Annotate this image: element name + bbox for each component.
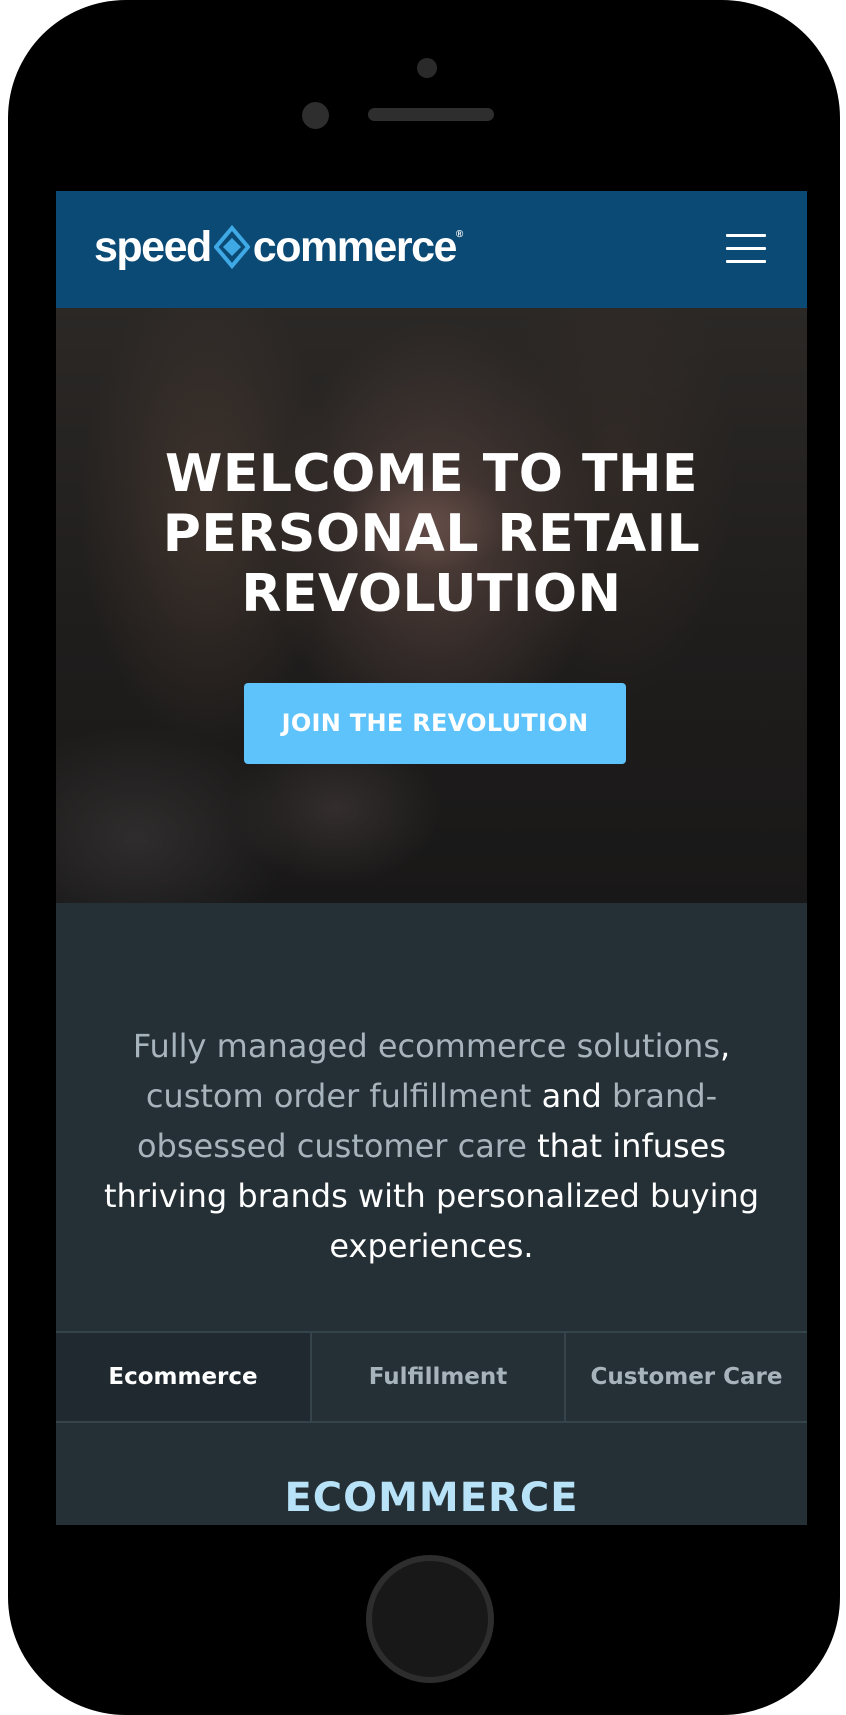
hero-title-line: REVOLUTION xyxy=(241,564,622,624)
phone-frame: speed commerce ® WELCOME TO THE PERSONAL… xyxy=(8,0,840,1715)
intro-paragraph: Fully managed ecommerce solutions, custo… xyxy=(96,1021,767,1271)
hero-title: WELCOME TO THE PERSONAL RETAIL REVOLUTIO… xyxy=(56,444,807,624)
home-button[interactable] xyxy=(366,1555,494,1683)
intro-link-fulfillment[interactable]: custom order fulfillment xyxy=(146,1077,532,1115)
section-title: ECOMMERCE xyxy=(284,1475,579,1521)
tab-ecommerce[interactable]: Ecommerce xyxy=(56,1333,310,1421)
logo-registered-mark: ® xyxy=(455,229,464,240)
hero-title-line: PERSONAL RETAIL xyxy=(162,504,701,564)
front-camera xyxy=(417,58,437,78)
earpiece-speaker xyxy=(368,108,494,121)
intro-text: and xyxy=(531,1077,612,1115)
mobile-screen: speed commerce ® WELCOME TO THE PERSONAL… xyxy=(56,191,807,1525)
hero-banner: WELCOME TO THE PERSONAL RETAIL REVOLUTIO… xyxy=(56,308,807,903)
join-the-revolution-button[interactable]: JOIN THE REVOLUTION xyxy=(244,683,626,764)
intro-link-ecommerce[interactable]: Fully managed ecommerce solutions xyxy=(133,1027,720,1065)
proximity-sensor xyxy=(302,102,329,129)
logo-text-speed: speed xyxy=(94,222,212,271)
intro-text: , xyxy=(720,1027,731,1065)
site-header: speed commerce ® xyxy=(56,191,807,308)
logo-text-commerce: commerce xyxy=(252,222,458,271)
tab-customer-care[interactable]: Customer Care xyxy=(564,1333,807,1421)
tab-fulfillment[interactable]: Fulfillment xyxy=(310,1333,564,1421)
hero-title-line: WELCOME TO THE xyxy=(164,444,699,504)
diamond-logo-icon xyxy=(213,225,250,269)
speedcommerce-logo[interactable]: speed commerce ® xyxy=(94,221,463,273)
hamburger-menu-icon[interactable] xyxy=(726,234,766,264)
service-tabs: Ecommerce Fulfillment Customer Care xyxy=(56,1331,807,1423)
